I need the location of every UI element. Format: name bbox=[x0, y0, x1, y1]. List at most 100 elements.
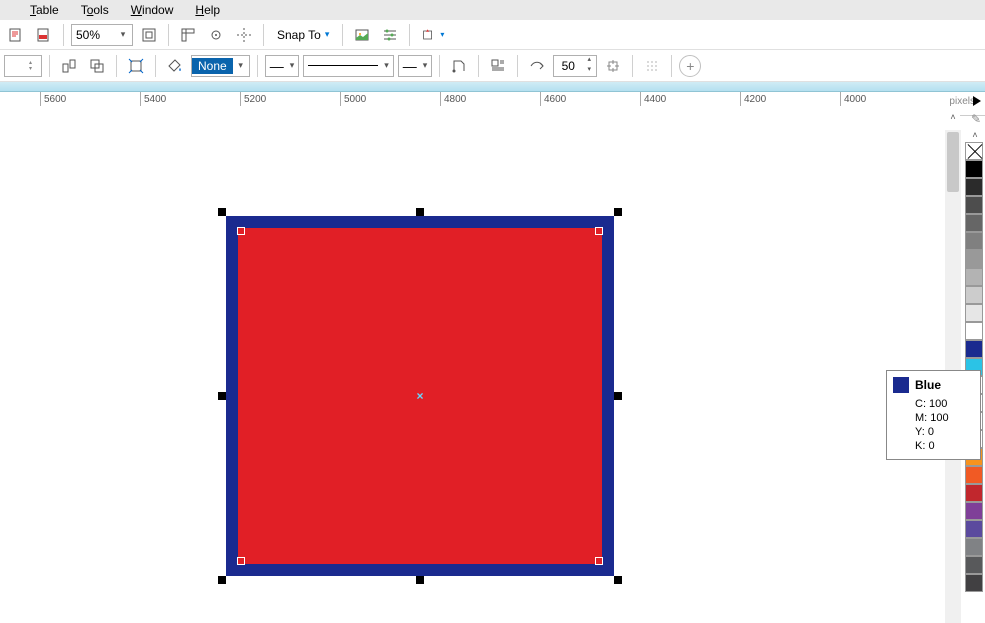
separator bbox=[116, 55, 117, 77]
eyedropper-icon[interactable]: ✎ bbox=[971, 112, 981, 126]
selection-handle-tl[interactable] bbox=[218, 208, 226, 216]
corner-node-icon bbox=[595, 557, 603, 565]
pdf-icon[interactable] bbox=[32, 23, 56, 47]
selection-handle-tr[interactable] bbox=[614, 208, 622, 216]
menu-help[interactable]: Help bbox=[185, 1, 230, 19]
color-swatch[interactable] bbox=[965, 196, 983, 214]
separator bbox=[63, 24, 64, 46]
no-color-swatch[interactable] bbox=[965, 142, 983, 160]
dropdown-arrow-icon[interactable]: ▾ bbox=[384, 60, 389, 71]
show-rulers-icon[interactable] bbox=[176, 23, 200, 47]
selected-rectangle-object[interactable]: × bbox=[226, 216, 614, 576]
color-swatch[interactable] bbox=[965, 574, 983, 592]
dropdown-arrow-icon: ▾ bbox=[325, 29, 330, 40]
launch-icon[interactable]: ▾ bbox=[417, 23, 449, 47]
outline-width-value: None bbox=[192, 58, 233, 74]
canvas[interactable]: × bbox=[0, 106, 960, 623]
color-swatch[interactable] bbox=[965, 538, 983, 556]
scrollbar-thumb[interactable] bbox=[947, 132, 959, 192]
color-swatch[interactable] bbox=[965, 322, 983, 340]
separator bbox=[409, 24, 410, 46]
color-swatch[interactable] bbox=[965, 232, 983, 250]
object-size-input[interactable] bbox=[9, 59, 29, 73]
color-swatch[interactable] bbox=[965, 286, 983, 304]
separator bbox=[342, 24, 343, 46]
color-swatch[interactable] bbox=[965, 484, 983, 502]
dropdown-arrow-icon[interactable]: ▾ bbox=[116, 29, 130, 40]
wrap-text-icon[interactable] bbox=[486, 54, 510, 78]
toolbar-property: ▴▾ None ▾ — ▾ ▾ — ▾ ▴▾ + bbox=[0, 50, 985, 82]
disabled-tool-icon bbox=[640, 54, 664, 78]
object-size-field[interactable]: ▴▾ bbox=[4, 55, 42, 77]
snap-to-dropdown[interactable]: Snap To ▾ bbox=[271, 28, 335, 42]
color-swatch[interactable] bbox=[965, 556, 983, 574]
close-curve-icon[interactable] bbox=[447, 54, 471, 78]
palette-scroll-up-icon[interactable]: ˄ bbox=[965, 130, 985, 142]
tooltip-swatch bbox=[893, 377, 909, 393]
color-swatch[interactable] bbox=[965, 268, 983, 286]
document-tab-strip bbox=[0, 82, 985, 92]
spinner[interactable]: ▴▾ bbox=[582, 56, 596, 76]
separator bbox=[671, 55, 672, 77]
selection-handle-bm[interactable] bbox=[416, 576, 424, 584]
dropdown-arrow-icon[interactable]: ▾ bbox=[233, 60, 249, 71]
center-marker-icon: × bbox=[416, 389, 423, 403]
offset-distance-input[interactable] bbox=[554, 59, 582, 73]
menu-tools[interactable]: Tools bbox=[71, 1, 119, 19]
show-guides-icon[interactable] bbox=[232, 23, 256, 47]
color-swatch[interactable] bbox=[965, 160, 983, 178]
selection-handle-ml[interactable] bbox=[218, 392, 226, 400]
fullscreen-icon[interactable] bbox=[137, 23, 161, 47]
fill-tool-icon[interactable] bbox=[163, 54, 187, 78]
color-swatch[interactable] bbox=[965, 340, 983, 358]
ungroup-icon[interactable] bbox=[57, 54, 81, 78]
tooltip-m-value: M: 100 bbox=[893, 411, 974, 425]
color-swatch[interactable] bbox=[965, 250, 983, 268]
separator bbox=[439, 55, 440, 77]
group-icon[interactable] bbox=[85, 54, 109, 78]
offset-icon[interactable] bbox=[525, 54, 549, 78]
color-tooltip: Blue C: 100 M: 100 Y: 0 K: 0 bbox=[886, 370, 981, 460]
selection-handle-br[interactable] bbox=[614, 576, 622, 584]
image-icon[interactable] bbox=[350, 23, 374, 47]
end-arrowhead-combo[interactable]: — ▾ bbox=[398, 55, 433, 77]
separator bbox=[478, 55, 479, 77]
color-swatch[interactable] bbox=[965, 520, 983, 538]
outline-width-combo[interactable]: None ▾ bbox=[191, 55, 250, 77]
offset-distance-field[interactable]: ▴▾ bbox=[553, 55, 597, 77]
menu-bar: TTableable Tools Window Help bbox=[0, 0, 985, 20]
options-icon[interactable] bbox=[378, 23, 402, 47]
show-grid-icon[interactable] bbox=[204, 23, 228, 47]
zoom-combo[interactable]: ▾ bbox=[71, 24, 133, 46]
snap-to-label: Snap To bbox=[277, 28, 321, 42]
add-button[interactable]: + bbox=[679, 55, 701, 77]
color-swatch[interactable] bbox=[965, 178, 983, 196]
selection-handle-bl[interactable] bbox=[218, 576, 226, 584]
start-arrowhead-combo[interactable]: — ▾ bbox=[265, 55, 300, 77]
dropdown-arrow-icon[interactable]: ▾ bbox=[423, 60, 428, 71]
scroll-up-icon[interactable]: ˄ bbox=[945, 112, 961, 128]
corner-node-icon bbox=[237, 227, 245, 235]
tooltip-c-value: C: 100 bbox=[893, 397, 974, 411]
color-swatch[interactable] bbox=[965, 466, 983, 484]
separator bbox=[517, 55, 518, 77]
menu-window[interactable]: Window bbox=[121, 1, 184, 19]
zoom-input[interactable] bbox=[76, 28, 116, 42]
color-swatch[interactable] bbox=[965, 304, 983, 322]
color-swatch[interactable] bbox=[965, 214, 983, 232]
line-preview bbox=[308, 65, 378, 66]
dropdown-arrow-icon[interactable]: ▾ bbox=[290, 60, 295, 71]
separator bbox=[49, 55, 50, 77]
flyout-arrow-icon[interactable] bbox=[973, 96, 981, 106]
apply-icon[interactable] bbox=[601, 54, 625, 78]
separator bbox=[257, 55, 258, 77]
export-icon[interactable] bbox=[4, 23, 28, 47]
selection-handle-tm[interactable] bbox=[416, 208, 424, 216]
separator bbox=[168, 24, 169, 46]
menu-table[interactable]: TTableable bbox=[20, 1, 69, 19]
wrap-icon[interactable] bbox=[124, 54, 148, 78]
tooltip-k-value: K: 0 bbox=[893, 439, 974, 453]
color-swatch[interactable] bbox=[965, 502, 983, 520]
line-style-combo[interactable]: ▾ bbox=[303, 55, 394, 77]
selection-handle-mr[interactable] bbox=[614, 392, 622, 400]
